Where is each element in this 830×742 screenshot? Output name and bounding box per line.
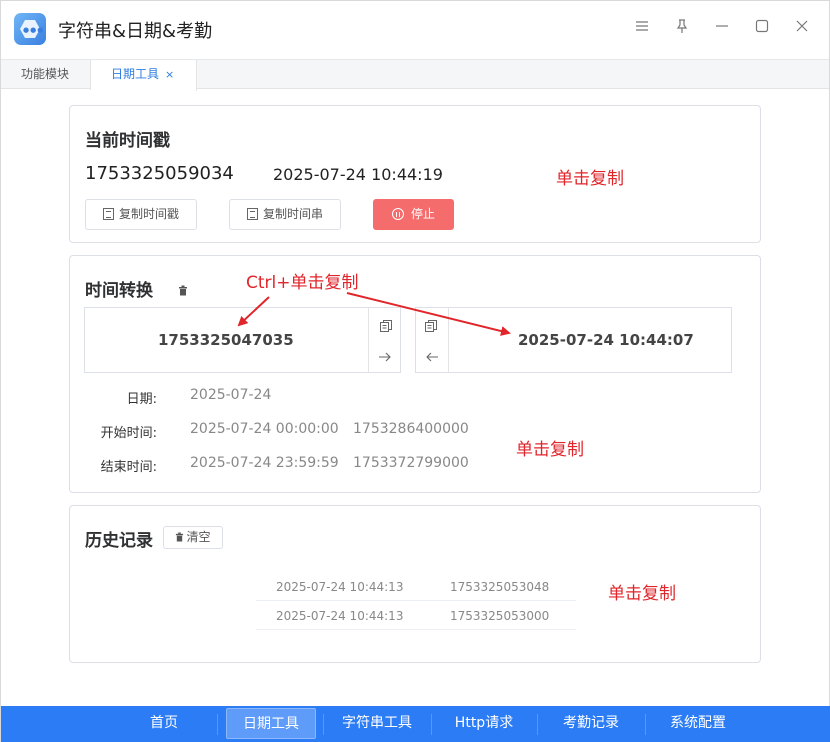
history-row[interactable]: 2025-07-24 10:44:13 1753325053000: [256, 602, 576, 630]
app-logo-icon: ●●●: [14, 13, 46, 45]
trash-icon: [176, 532, 184, 542]
history-row[interactable]: 2025-07-24 10:44:13 1753325053048: [256, 573, 576, 601]
current-timestamp-title: 当前时间戳: [85, 131, 170, 151]
nav-system-config[interactable]: 系统配置: [652, 708, 744, 739]
app-window: ●●● 字符串&日期&考勤 功能模块 日期工具 × 当前时间戳 175332505…: [0, 0, 830, 742]
start-timestamp-value[interactable]: 1753286400000: [353, 421, 469, 437]
tab-function-modules[interactable]: 功能模块: [1, 60, 91, 90]
end-time-label: 结束时间:: [100, 460, 157, 475]
minimize-icon[interactable]: [711, 18, 733, 40]
start-time-label: 开始时间:: [100, 426, 157, 441]
nav-string-tools[interactable]: 字符串工具: [330, 708, 424, 739]
copy-icon[interactable]: [424, 318, 438, 337]
end-timestamp-value[interactable]: 1753372799000: [353, 455, 469, 471]
current-timestamp-card: 当前时间戳 1753325059034 2025-07-24 10:44:19 …: [69, 105, 761, 243]
copy-icon: [246, 208, 258, 220]
copy-datetime-button[interactable]: 复制时间串: [229, 199, 341, 230]
tab-date-tools[interactable]: 日期工具 ×: [91, 60, 197, 91]
nav-date-tools[interactable]: 日期工具: [226, 708, 316, 739]
date-label: 日期:: [126, 392, 157, 407]
window-title: 字符串&日期&考勤: [58, 21, 213, 42]
timestamp-input-box[interactable]: 1753325047035: [84, 307, 401, 373]
history-timestamp[interactable]: 1753325053048: [450, 580, 549, 594]
title-bar: ●●● 字符串&日期&考勤: [1, 1, 829, 59]
datetime-input-value[interactable]: 2025-07-24 10:44:07: [518, 331, 694, 349]
trash-icon[interactable]: [178, 281, 188, 296]
close-icon[interactable]: [791, 18, 813, 40]
date-value[interactable]: 2025-07-24: [190, 387, 271, 403]
copy-icon[interactable]: [379, 318, 393, 337]
history-title: 历史记录: [85, 531, 153, 551]
history-timestamp[interactable]: 1753325053000: [450, 609, 549, 623]
ctrl-click-copy-note: Ctrl+单击复制: [246, 273, 359, 293]
nav-http-request[interactable]: Http请求: [438, 708, 530, 739]
arrow-right-icon[interactable]: [378, 348, 392, 367]
pause-icon: [391, 208, 404, 220]
click-copy-note: 单击复制: [608, 584, 676, 604]
time-conversion-title: 时间转换: [85, 281, 153, 301]
tab-close-icon[interactable]: ×: [165, 68, 174, 81]
time-conversion-card: 时间转换 Ctrl+单击复制 1753325047035 2025-07-24 …: [69, 255, 761, 493]
tab-bar: 功能模块 日期工具 ×: [1, 59, 829, 91]
history-card: 历史记录 清空 2025-07-24 10:44:13 175332505304…: [69, 505, 761, 663]
pin-icon[interactable]: [671, 18, 693, 40]
timestamp-actions: [368, 308, 401, 372]
start-datetime-value[interactable]: 2025-07-24 00:00:00: [190, 421, 339, 437]
history-datetime[interactable]: 2025-07-24 10:44:13: [276, 609, 403, 623]
click-copy-note: 单击复制: [516, 440, 584, 460]
bottom-nav: 首页 日期工具 字符串工具 Http请求 考勤记录 系统配置: [1, 706, 830, 742]
arrow-left-icon[interactable]: [425, 348, 439, 367]
nav-home[interactable]: 首页: [118, 708, 210, 739]
current-datetime-value[interactable]: 2025-07-24 10:44:19: [273, 165, 443, 184]
timestamp-input-value[interactable]: 1753325047035: [158, 331, 294, 349]
stop-button[interactable]: 停止: [373, 199, 454, 230]
datetime-input-box[interactable]: 2025-07-24 10:44:07: [415, 307, 732, 373]
clear-history-button[interactable]: 清空: [163, 526, 223, 549]
copy-timestamp-button[interactable]: 复制时间戳: [85, 199, 197, 230]
history-datetime[interactable]: 2025-07-24 10:44:13: [276, 580, 403, 594]
menu-icon[interactable]: [631, 18, 653, 40]
click-copy-note: 单击复制: [556, 169, 624, 189]
end-datetime-value[interactable]: 2025-07-24 23:59:59: [190, 455, 339, 471]
current-timestamp-value[interactable]: 1753325059034: [85, 163, 234, 184]
nav-attendance[interactable]: 考勤记录: [544, 708, 638, 739]
datetime-actions: [416, 308, 449, 372]
copy-icon: [102, 208, 114, 220]
maximize-icon[interactable]: [751, 18, 773, 40]
